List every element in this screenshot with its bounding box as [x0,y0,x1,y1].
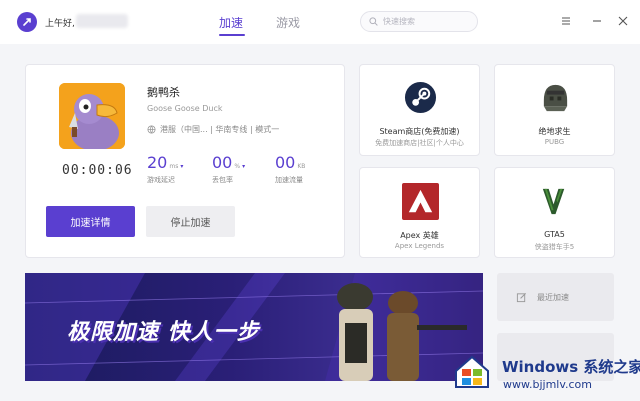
game-name: 鹅鸭杀 [147,86,180,99]
game-english-name: Goose Goose Duck [147,104,223,113]
stat-packet-loss: 00% ▾ 丢包率 [212,153,245,185]
banner-slogan: 极限加速 快人一步 [67,320,260,345]
game-tile-pubg[interactable]: 绝地求生 PUBG [494,64,615,156]
promo-banner[interactable]: 极限加速 快人一步 [25,273,483,381]
gta5-title: GTA5 [544,230,565,239]
traffic-label: 加速流量 [275,176,303,184]
menu-icon[interactable] [560,15,572,27]
active-tab-indicator [219,34,245,36]
latency-value: 20 [147,153,168,172]
goose-game-cover-icon [59,83,125,149]
apex-icon [402,183,439,220]
greeting-text: 上午好, [45,19,75,29]
app-logo-icon [17,12,37,32]
acceleration-timer: 00:00:06 [62,163,133,178]
packet-loss-label: 丢包率 [212,176,233,184]
chevron-down-icon: ▾ [242,163,246,170]
tab-games[interactable]: 游戏 [276,14,300,31]
acceleration-details-button[interactable]: 加速详情 [46,206,135,237]
apex-subtitle: Apex Legends [394,242,445,250]
gta5-subtitle: 侠盗猎车手5 [534,243,575,251]
windows-logo-icon [455,355,489,388]
pubg-subtitle: PUBG [544,138,565,146]
globe-icon [147,125,156,134]
pubg-helmet-icon [543,84,568,112]
latency-unit: ms [169,163,179,170]
latency-label: 游戏延迟 [147,176,175,184]
minimize-icon[interactable] [591,15,603,27]
traffic-value: 00 [275,153,296,172]
stop-acceleration-button[interactable]: 停止加速 [146,206,235,237]
game-tile-steam[interactable]: Steam商店(免费加速) 免费加速商店|社区|个人中心 [359,64,480,156]
username-blurred [76,14,128,28]
watermark-title: Windows 系统之家 [502,358,640,376]
tab-accelerate[interactable]: 加速 [219,14,243,31]
steam-icon [404,81,437,114]
watermark-url: www.bjjmlv.com [503,378,592,391]
edit-icon [516,292,526,302]
game-tile-apex[interactable]: Apex 英雄 Apex Legends [359,167,480,258]
recent-accelerations-button[interactable]: 最近加速 [497,273,614,321]
close-icon[interactable] [617,15,629,27]
pubg-title: 绝地求生 [538,127,571,136]
search-input[interactable] [383,17,473,26]
server-info[interactable]: 港服（中国... | 华南专线 | 模式一 [147,124,279,135]
current-game-card: 鹅鸭杀 Goose Goose Duck 港服（中国... | 华南专线 | 模… [25,64,345,258]
chevron-down-icon: ▾ [180,163,184,170]
packet-loss-unit: % [234,163,241,170]
search-box[interactable] [360,11,478,32]
gta5-icon [542,188,565,215]
packet-loss-value: 00 [212,153,233,172]
apex-title: Apex 英雄 [400,231,439,240]
search-icon [369,17,378,26]
title-bar: 上午好, 加速 游戏 [0,0,640,44]
traffic-unit: KB [297,163,306,170]
stat-latency: 20 ms ▾ 游戏延迟 [147,153,183,185]
game-tile-gta5[interactable]: GTA5 侠盗猎车手5 [494,167,615,258]
steam-title: Steam商店(免费加速) [379,127,460,136]
stat-traffic: 00 KB 加速流量 [275,153,305,185]
server-text: 港服（中国... | 华南专线 | 模式一 [160,125,280,134]
recent-accelerations-label: 最近加速 [537,292,569,302]
steam-subtitle: 免费加速商店|社区|个人中心 [375,139,464,147]
